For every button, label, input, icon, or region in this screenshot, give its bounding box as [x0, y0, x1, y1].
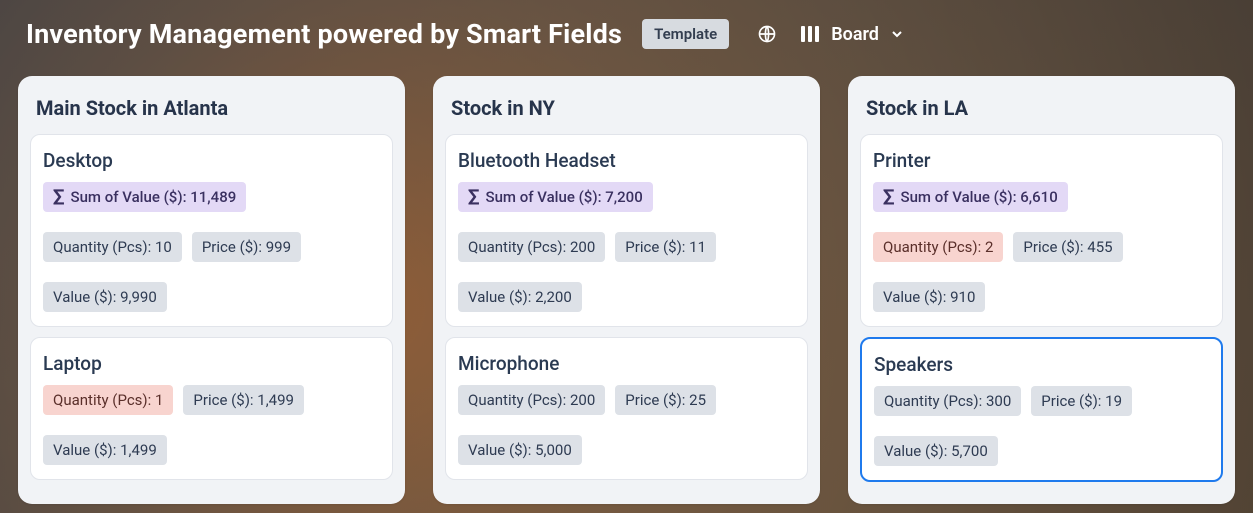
quantity-chip[interactable]: Quantity (Pcs): 300	[874, 386, 1021, 416]
price-chip[interactable]: Price ($): 455	[1013, 232, 1122, 262]
card[interactable]: Desktop ∑ Sum of Value ($): 11,489 Quantity…	[30, 134, 393, 327]
card[interactable]: Printer ∑ Sum of Value ($): 6,610 Quantity …	[860, 134, 1223, 327]
chip-row: Quantity (Pcs): 200 Price ($): 25 Value ($…	[458, 385, 795, 465]
value-chip[interactable]: Value ($): 1,499	[43, 435, 167, 465]
card-title: Laptop	[43, 352, 380, 375]
column-title: Stock in NY	[445, 94, 808, 134]
view-label: Board	[831, 24, 879, 45]
chip-row: Quantity (Pcs): 1 Price ($): 1,499 Value (…	[43, 385, 380, 465]
sigma-icon: ∑	[53, 188, 65, 206]
column-title: Main Stock in Atlanta	[30, 94, 393, 134]
sigma-icon: ∑	[468, 188, 480, 206]
card[interactable]: Laptop Quantity (Pcs): 1 Price ($): 1,499 V…	[30, 337, 393, 480]
board-icon	[801, 26, 821, 42]
header-bar: Inventory Management powered by Smart Fi…	[0, 0, 1253, 68]
quantity-chip[interactable]: Quantity (Pcs): 10	[43, 232, 182, 262]
board-column: Stock in LA Printer ∑ Sum of Value ($): 6,6…	[848, 76, 1235, 504]
card-title: Printer	[873, 149, 1210, 172]
price-chip[interactable]: Price ($): 11	[615, 232, 716, 262]
card-title: Microphone	[458, 352, 795, 375]
price-chip[interactable]: Price ($): 999	[192, 232, 301, 262]
template-badge[interactable]: Template	[642, 19, 729, 49]
chip-row: ∑ Sum of Value ($): 11,489 Quantity (Pcs):…	[43, 182, 380, 312]
board-column: Stock in NY Bluetooth Headset ∑ Sum of Valu…	[433, 76, 820, 504]
quantity-chip[interactable]: Quantity (Pcs): 2	[873, 232, 1003, 262]
sum-chip-label: Sum of Value ($): 7,200	[486, 188, 643, 206]
board-column: Main Stock in Atlanta Desktop ∑ Sum of Valu…	[18, 76, 405, 504]
page-title: Inventory Management powered by Smart Fi…	[26, 18, 622, 50]
card[interactable]: Microphone Quantity (Pcs): 200 Price ($): …	[445, 337, 808, 480]
globe-icon[interactable]	[757, 24, 777, 44]
value-chip[interactable]: Value ($): 910	[873, 282, 985, 312]
chevron-down-icon	[889, 26, 905, 42]
sum-chip[interactable]: ∑ Sum of Value ($): 11,489	[43, 182, 246, 212]
column-title: Stock in LA	[860, 94, 1223, 134]
card[interactable]: Speakers Quantity (Pcs): 300 Price ($): 19…	[860, 337, 1223, 482]
price-chip[interactable]: Price ($): 25	[615, 385, 716, 415]
chip-row: ∑ Sum of Value ($): 6,610 Quantity (Pcs): …	[873, 182, 1210, 312]
sum-chip-label: Sum of Value ($): 6,610	[901, 188, 1058, 206]
board-area: Main Stock in Atlanta Desktop ∑ Sum of Valu…	[0, 68, 1253, 522]
quantity-chip[interactable]: Quantity (Pcs): 200	[458, 232, 605, 262]
price-chip[interactable]: Price ($): 19	[1031, 386, 1132, 416]
sum-chip-label: Sum of Value ($): 11,489	[71, 188, 237, 206]
chip-row: ∑ Sum of Value ($): 7,200 Quantity (Pcs): …	[458, 182, 795, 312]
card-title: Speakers	[874, 353, 1209, 376]
value-chip[interactable]: Value ($): 9,990	[43, 282, 167, 312]
view-switcher[interactable]: Board	[801, 24, 905, 45]
value-chip[interactable]: Value ($): 2,200	[458, 282, 582, 312]
header-icons: Board	[757, 24, 905, 45]
sum-chip[interactable]: ∑ Sum of Value ($): 6,610	[873, 182, 1068, 212]
sum-chip[interactable]: ∑ Sum of Value ($): 7,200	[458, 182, 653, 212]
card-title: Desktop	[43, 149, 380, 172]
chip-row: Quantity (Pcs): 300 Price ($): 19 Value ($…	[874, 386, 1209, 466]
value-chip[interactable]: Value ($): 5,700	[874, 436, 998, 466]
value-chip[interactable]: Value ($): 5,000	[458, 435, 582, 465]
quantity-chip[interactable]: Quantity (Pcs): 1	[43, 385, 173, 415]
card[interactable]: Bluetooth Headset ∑ Sum of Value ($): 7,20…	[445, 134, 808, 327]
sigma-icon: ∑	[883, 188, 895, 206]
price-chip[interactable]: Price ($): 1,499	[183, 385, 304, 415]
card-title: Bluetooth Headset	[458, 149, 795, 172]
quantity-chip[interactable]: Quantity (Pcs): 200	[458, 385, 605, 415]
